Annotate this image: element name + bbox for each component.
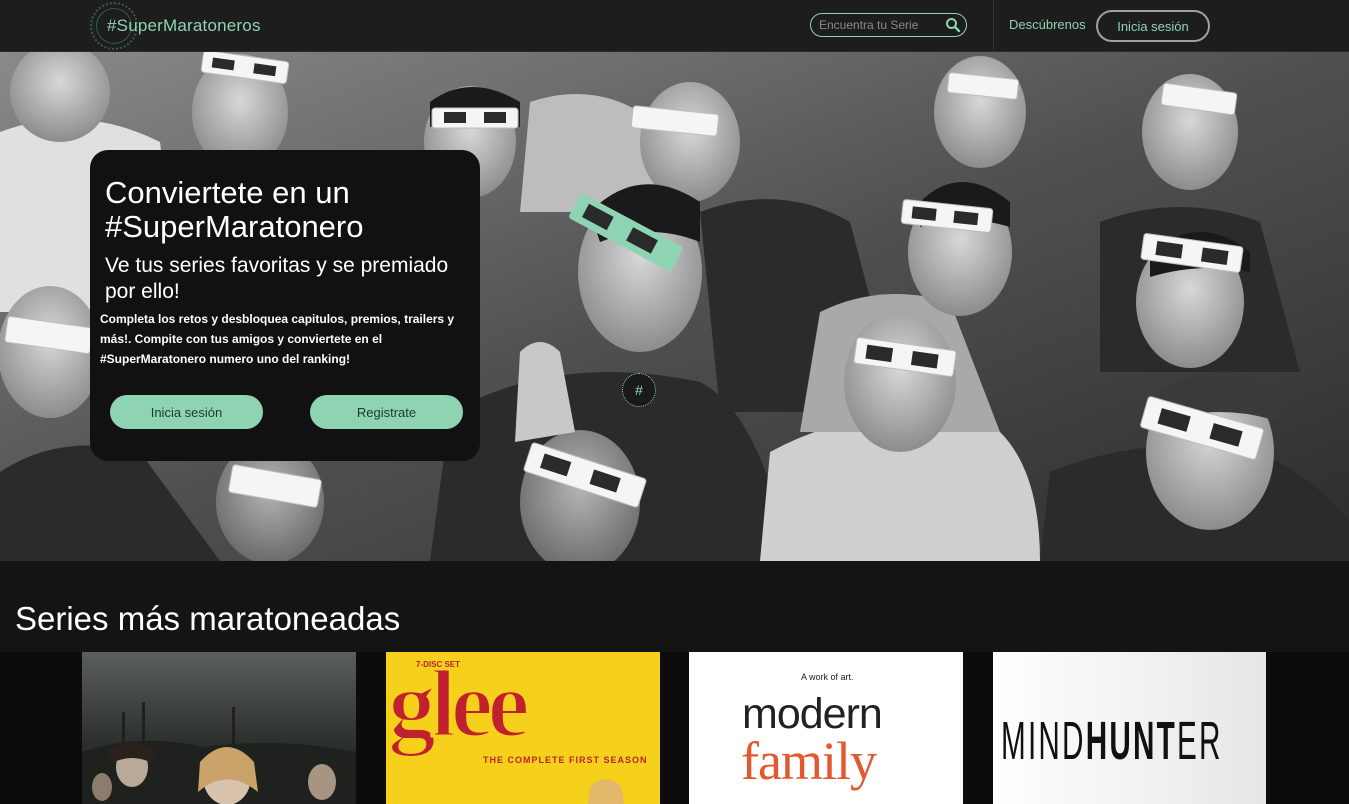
mindhunter-title-part-hunt: HUNT (1085, 711, 1177, 771)
hero-signup-card: Conviertete en un #SuperMaratonero Ve tu… (90, 150, 480, 461)
mindhunter-title: MINDHUNTER (1001, 714, 1266, 768)
series-section-title: Series más maratoneadas (15, 600, 401, 637)
hero-hashtag-badge: # (622, 373, 656, 407)
hero-title: Conviertete en un #SuperMaratonero (105, 175, 364, 244)
series-carousel: 7-DISC SET glee THE COMPLETE FIRST SEASO… (0, 652, 1349, 804)
true-blood-poster (82, 652, 356, 804)
hero-description: Completa los retos y desbloquea capitulo… (100, 312, 455, 366)
modern-family-tagline: A work of art. (801, 672, 854, 682)
top-navbar: #SuperMaratoneros Descúbrenos Inicia ses… (0, 0, 1349, 52)
search-input[interactable] (817, 16, 939, 34)
nav-link-discover[interactable]: Descúbrenos (1009, 17, 1086, 32)
glee-cast-photo (588, 779, 624, 804)
site-logo[interactable]: #SuperMaratoneros (90, 2, 261, 50)
mindhunter-title-part-mind: MIND (1001, 711, 1086, 771)
series-card-modern-family[interactable]: A work of art. modern family (689, 652, 963, 804)
series-card-glee[interactable]: 7-DISC SET glee THE COMPLETE FIRST SEASO… (386, 652, 660, 804)
logo-text: #SuperMaratoneros (107, 16, 261, 35)
search-box (810, 13, 967, 37)
hero-banner: # Conviertete en un #SuperMaratonero Ve … (0, 52, 1349, 561)
mindhunter-title-part-er: ER (1176, 711, 1223, 771)
series-card-mindhunter[interactable]: MINDHUNTER (993, 652, 1266, 804)
search-icon[interactable] (945, 17, 961, 33)
modern-family-title-family: family (741, 731, 877, 791)
nav-divider (993, 0, 994, 52)
series-card-true-blood[interactable] (82, 652, 356, 804)
hero-login-button[interactable]: Inicia sesión (110, 395, 263, 429)
navbar-login-button[interactable]: Inicia sesión (1096, 10, 1210, 42)
hero-subtitle: Ve tus series favoritas y se premiado po… (105, 254, 449, 303)
hero-register-button[interactable]: Registrate (310, 395, 463, 429)
